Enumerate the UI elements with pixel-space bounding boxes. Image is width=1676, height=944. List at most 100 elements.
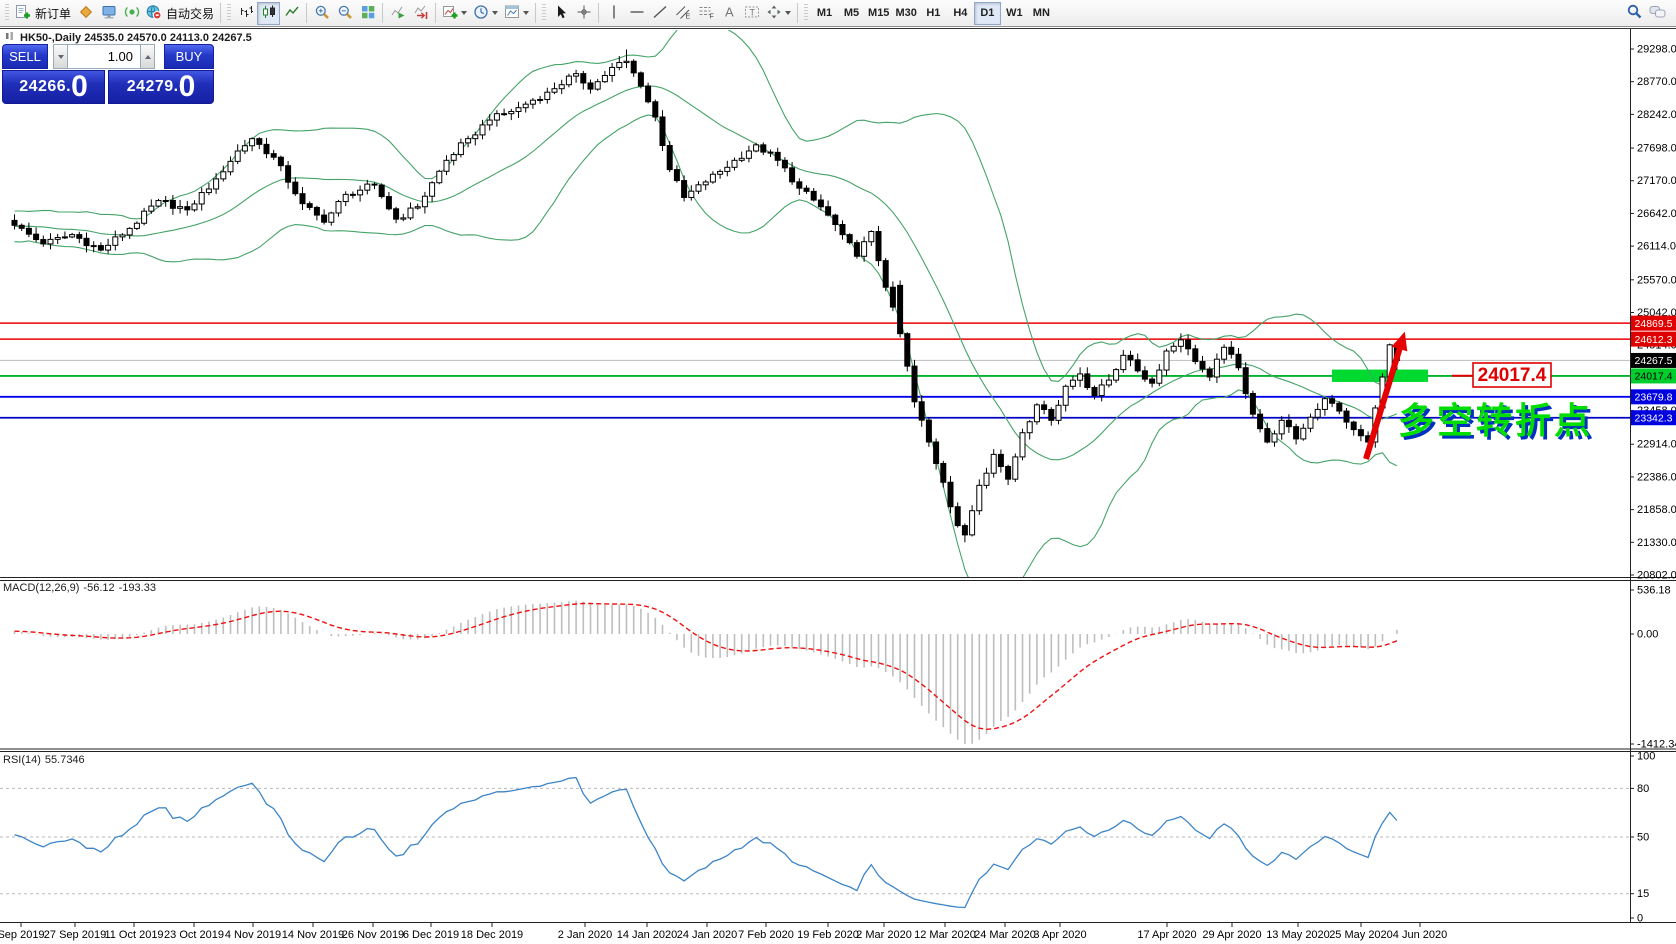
svg-text:24612.3: 24612.3 <box>1635 334 1673 346</box>
svg-text:18 Dec 2019: 18 Dec 2019 <box>461 929 523 941</box>
crosshair-button[interactable] <box>572 2 595 25</box>
svg-text:T: T <box>749 7 755 17</box>
main-pane[interactable] <box>0 16 1630 604</box>
buy-price[interactable]: 24279.0 <box>108 70 214 104</box>
svg-text:4 Nov 2019: 4 Nov 2019 <box>225 929 281 941</box>
text-button[interactable]: A <box>717 2 740 25</box>
svg-text:22914.0: 22914.0 <box>1637 439 1676 451</box>
timeframe-m15-button[interactable]: M15 <box>865 2 892 25</box>
volume-decrease-button[interactable] <box>53 44 68 69</box>
turning-point-annotation[interactable]: 多空转折点多空转折点 <box>1398 400 1596 444</box>
price-badge: 24017.4 <box>1631 368 1676 383</box>
toolbar-grip[interactable] <box>804 4 808 22</box>
terminal-button[interactable] <box>97 2 120 25</box>
svg-text:3 Apr 2020: 3 Apr 2020 <box>1033 929 1086 941</box>
svg-text:6 Dec 2019: 6 Dec 2019 <box>403 929 459 941</box>
svg-text:29 Apr 2020: 29 Apr 2020 <box>1202 929 1261 941</box>
svg-text:22386.0: 22386.0 <box>1637 471 1676 483</box>
indicators-button[interactable] <box>439 2 470 25</box>
chart-shift-icon <box>413 4 429 23</box>
broadcast-icon <box>124 4 140 23</box>
svg-text:21858.0: 21858.0 <box>1637 504 1676 516</box>
timeframe-m30-button[interactable]: M30 <box>892 2 919 25</box>
search-button[interactable] <box>1623 2 1646 25</box>
toolbar-grip[interactable] <box>542 4 546 22</box>
sell-button[interactable]: SELL <box>2 44 48 69</box>
text-icon: A <box>721 4 737 23</box>
vertical-line-button[interactable] <box>602 2 625 25</box>
time-axis[interactable]: Sep 201927 Sep 201911 Oct 201923 Oct 201… <box>0 922 1447 941</box>
auto-scroll-button[interactable] <box>386 2 409 25</box>
svg-text:27698.0: 27698.0 <box>1637 143 1676 155</box>
zoom-in-button[interactable] <box>310 2 333 25</box>
text-label-button[interactable]: T <box>740 2 763 25</box>
market-button[interactable] <box>74 2 97 25</box>
trendline-button[interactable] <box>648 2 671 25</box>
dropdown-arrow-icon <box>461 11 467 15</box>
arrows-icon <box>766 4 782 23</box>
tile-windows-button[interactable] <box>356 2 379 25</box>
indicators-icon <box>442 4 458 23</box>
down-arrow-icon <box>58 55 64 59</box>
channel-icon: E <box>675 4 691 23</box>
toolbar-grip[interactable] <box>227 4 231 22</box>
price-badge: 24612.3 <box>1631 332 1676 347</box>
dropdown-arrow-icon <box>492 11 498 15</box>
price-callout[interactable]: 24017.4 <box>1452 363 1551 387</box>
chart-line-button[interactable] <box>280 2 303 25</box>
chart-shift-button[interactable] <box>409 2 432 25</box>
periods-button[interactable] <box>470 2 501 25</box>
auto-scroll-icon <box>390 4 406 23</box>
macd-pane[interactable] <box>15 601 1397 744</box>
toolbar-grip[interactable] <box>5 4 9 22</box>
macd-signal-value: -193.33 <box>119 582 156 594</box>
timeframe-mn-button[interactable]: MN <box>1028 2 1055 25</box>
fibonacci-icon: F <box>698 4 714 23</box>
svg-text:28770.0: 28770.0 <box>1637 76 1676 88</box>
buy-button[interactable]: BUY <box>164 44 214 69</box>
horizontal-line-button[interactable] <box>625 2 648 25</box>
arrows-button[interactable] <box>763 2 794 25</box>
svg-text:24869.5: 24869.5 <box>1635 318 1673 330</box>
volume-value[interactable]: 1.00 <box>68 44 140 69</box>
rsi-pane[interactable] <box>0 778 1630 908</box>
toolbar-separator <box>435 3 436 23</box>
clock-icon <box>473 4 489 23</box>
new-order-button[interactable]: 新订单 <box>12 2 74 25</box>
chart-bars-button[interactable] <box>234 2 257 25</box>
svg-text:80: 80 <box>1637 783 1649 795</box>
timeframe-m1-button[interactable]: M1 <box>811 2 838 25</box>
volume-increase-button[interactable] <box>140 44 155 69</box>
timeframe-m5-button[interactable]: M5 <box>838 2 865 25</box>
equidistant-channel-button[interactable]: E <box>671 2 694 25</box>
svg-text:-1412.34: -1412.34 <box>1637 739 1676 751</box>
templates-button[interactable] <box>501 2 532 25</box>
cursor-button[interactable] <box>549 2 572 25</box>
timeframe-h1-button[interactable]: H1 <box>920 2 947 25</box>
price-badge: 23679.8 <box>1631 389 1676 404</box>
rsi-name: RSI(14) <box>3 754 41 766</box>
price-badge: 23342.3 <box>1631 410 1676 425</box>
zoom-out-button[interactable] <box>333 2 356 25</box>
fibonacci-button[interactable]: F <box>694 2 717 25</box>
price-axis[interactable]: 29298.028770.028242.027698.027170.026642… <box>1630 44 1676 925</box>
chart-canvas[interactable]: 24017.4 多空转折点多空转折点 29298.028770.028242.027… <box>0 0 1676 944</box>
chat-button[interactable] <box>1646 2 1670 25</box>
signals-button[interactable] <box>120 2 143 25</box>
timeframe-d1-button[interactable]: D1 <box>974 2 1001 25</box>
bollinger-bands-layer <box>15 16 1397 604</box>
timeframe-w1-button[interactable]: W1 <box>1001 2 1028 25</box>
timeframe-h4-button[interactable]: H4 <box>947 2 974 25</box>
one-click-top-row: SELL 1.00 BUY <box>2 44 214 69</box>
chart-candles-button[interactable] <box>257 2 280 25</box>
horizontal-line-icon <box>629 4 645 23</box>
macd-label: MACD(12,26,9)-56.12-193.33 <box>3 582 160 594</box>
bar-chart-icon <box>238 4 254 23</box>
price-badge: 24267.5 <box>1631 353 1676 368</box>
chat-icon <box>1649 4 1667 23</box>
svg-text:A: A <box>725 4 734 19</box>
toolbar-separator <box>306 3 307 23</box>
svg-text:24 Mar 2020: 24 Mar 2020 <box>974 929 1036 941</box>
sell-price[interactable]: 24266.0 <box>2 70 105 104</box>
autotrading-button[interactable]: 自动交易 <box>143 2 217 25</box>
